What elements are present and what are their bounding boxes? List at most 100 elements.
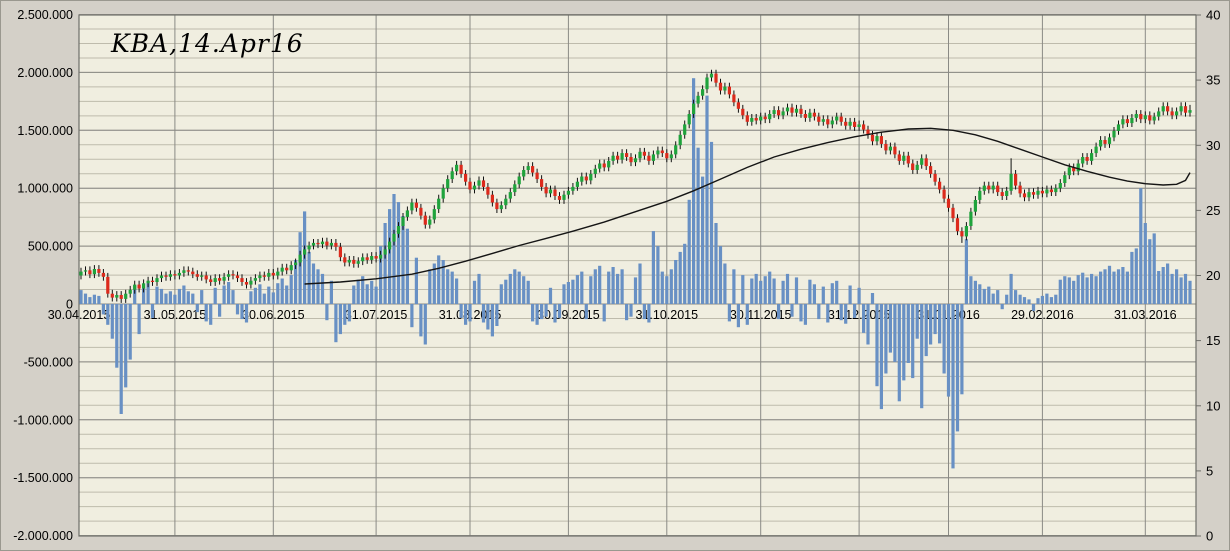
- volume-bar: [983, 289, 986, 304]
- volume-bar: [665, 276, 668, 304]
- candlestick-body: [164, 276, 167, 277]
- candlestick-body: [643, 152, 646, 156]
- candlestick-body: [254, 278, 257, 281]
- candlestick-body: [531, 166, 534, 173]
- volume-bar: [536, 304, 539, 325]
- volume-bar: [227, 282, 230, 304]
- candlestick-body: [553, 190, 556, 197]
- volume-bar: [643, 304, 646, 319]
- candlestick-body: [527, 166, 530, 170]
- volume-bar: [545, 304, 548, 317]
- volume-bar: [701, 177, 704, 304]
- volume-bar: [178, 289, 181, 304]
- candlestick-body: [621, 153, 624, 160]
- candlestick-body: [155, 278, 158, 282]
- candlestick-body: [808, 113, 811, 118]
- volume-bar: [464, 304, 467, 325]
- candlestick-body: [822, 119, 825, 122]
- volume-bar: [290, 275, 293, 304]
- candlestick-body: [325, 242, 328, 246]
- volume-bar: [831, 283, 834, 304]
- volume-bar: [348, 304, 351, 321]
- volume-bar: [567, 282, 570, 304]
- y-axis-label-right: 30: [1206, 138, 1220, 153]
- volume-bar: [755, 274, 758, 304]
- volume-bar: [746, 304, 749, 325]
- candlestick-body: [1041, 191, 1044, 194]
- y-axis-label-left: -1.500.000: [13, 471, 73, 485]
- volume-bar: [764, 276, 767, 304]
- volume-bar: [513, 269, 516, 304]
- candlestick-body: [858, 124, 861, 127]
- candlestick-body: [428, 220, 431, 225]
- candlestick-body: [191, 272, 194, 275]
- volume-bar: [437, 255, 440, 304]
- y-axis-label-right: 15: [1206, 333, 1220, 348]
- volume-bar: [415, 258, 418, 304]
- volume-bar: [965, 239, 968, 304]
- candlestick-body: [862, 124, 865, 129]
- volume-bar: [1095, 276, 1098, 304]
- volume-bar: [460, 304, 463, 318]
- volume-bar: [741, 275, 744, 304]
- candlestick-body: [357, 261, 360, 264]
- y-axis-label-right: 0: [1206, 529, 1213, 544]
- volume-bar: [1072, 281, 1075, 304]
- candlestick-body: [272, 273, 275, 276]
- candlestick-body: [1157, 111, 1160, 116]
- volume-bar: [840, 304, 843, 320]
- volume-bar: [768, 272, 771, 304]
- y-axis-label-right: 10: [1206, 398, 1220, 413]
- candlestick-body: [580, 177, 583, 182]
- candlestick-body: [849, 122, 852, 126]
- y-axis-label-left: 2.500.000: [17, 8, 73, 22]
- volume-bar: [1162, 267, 1165, 304]
- volume-bar: [862, 304, 865, 333]
- candlestick-body: [688, 114, 691, 124]
- candlestick-body: [916, 165, 919, 170]
- volume-bar: [272, 292, 275, 304]
- volume-bar: [1068, 277, 1071, 304]
- volume-bar: [929, 304, 932, 345]
- volume-bar: [455, 279, 458, 305]
- candlestick-body: [683, 124, 686, 134]
- candlestick-body: [120, 295, 123, 299]
- volume-bar: [1171, 274, 1174, 304]
- candlestick-body: [938, 182, 941, 190]
- candlestick-body: [446, 179, 449, 188]
- candlestick-body: [236, 276, 239, 279]
- candlestick-body: [160, 276, 163, 279]
- volume-bar: [576, 275, 579, 304]
- volume-bar: [589, 276, 592, 304]
- candlestick-body: [831, 121, 834, 125]
- volume-bar: [951, 304, 954, 468]
- volume-bar: [93, 295, 96, 304]
- volume-bar: [558, 304, 561, 318]
- x-axis-label: 29.02.2016: [1011, 308, 1074, 322]
- candlestick-body: [1162, 106, 1165, 111]
- candlestick-body: [1023, 193, 1026, 197]
- candlestick-body: [486, 187, 489, 195]
- volume-bar: [1045, 294, 1048, 304]
- volume-bar: [670, 269, 673, 304]
- candlestick-body: [585, 177, 588, 181]
- candlestick-body: [522, 170, 525, 177]
- volume-bar: [531, 304, 534, 321]
- candlestick-body: [965, 226, 968, 236]
- candlestick-body: [558, 196, 561, 200]
- volume-bar: [1023, 297, 1026, 304]
- volume-bar: [1063, 276, 1066, 304]
- candlestick-body: [777, 110, 780, 115]
- volume-bar: [392, 194, 395, 304]
- candlestick-body: [1050, 190, 1053, 193]
- candlestick-body: [1153, 117, 1156, 121]
- volume-bar: [375, 287, 378, 304]
- volume-bar: [884, 304, 887, 374]
- candlestick-body: [111, 294, 114, 298]
- volume-bar: [482, 304, 485, 323]
- candlestick-body: [397, 226, 400, 234]
- volume-bar: [625, 304, 628, 320]
- candlestick-body: [218, 278, 221, 281]
- candlestick-body: [960, 231, 963, 236]
- volume-bar: [258, 284, 261, 304]
